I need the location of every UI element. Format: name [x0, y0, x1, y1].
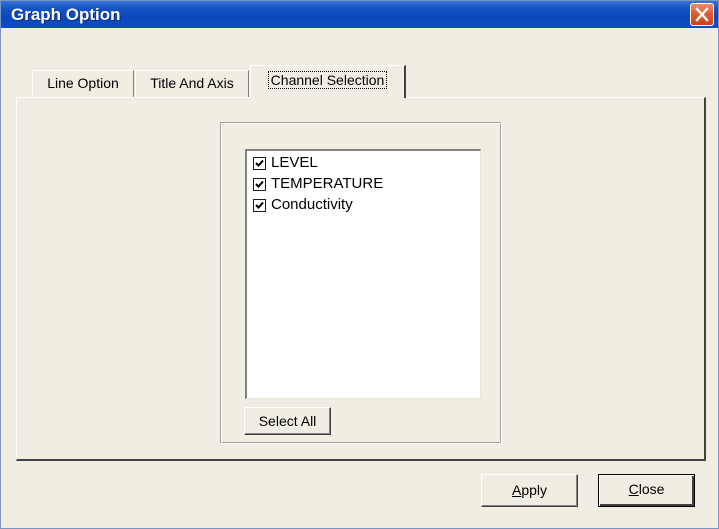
channel-label: LEVEL	[271, 154, 318, 171]
channel-label: TEMPERATURE	[271, 175, 384, 192]
close-label: lose	[638, 481, 665, 497]
tab-channel-selection[interactable]: Channel Selection	[250, 65, 406, 98]
tab-line-option[interactable]: Line Option	[32, 70, 134, 97]
apply-mnemonic: A	[511, 482, 522, 498]
checkmark-icon	[255, 159, 264, 167]
tab-channel-selection-label: Channel Selection	[267, 71, 388, 89]
close-mnemonic: C	[628, 481, 639, 497]
close-button[interactable]: Close	[598, 474, 695, 507]
active-tab-joint	[252, 96, 402, 99]
select-all-label: Select All	[258, 413, 317, 429]
tab-line-option-label: Line Option	[47, 75, 119, 91]
tab-title-and-axis[interactable]: Title And Axis	[135, 70, 249, 97]
channel-label: Conductivity	[271, 196, 353, 213]
title-bar[interactable]: Graph Option	[1, 1, 718, 28]
tab-title-and-axis-label: Title And Axis	[150, 75, 234, 91]
conductivity-checkbox[interactable]	[253, 199, 266, 212]
close-icon	[695, 7, 709, 22]
level-checkbox[interactable]	[253, 157, 266, 170]
window-title: Graph Option	[11, 5, 121, 24]
graph-option-dialog: Graph Option Line Option Title And Axis …	[0, 0, 719, 529]
apply-button[interactable]: Apply	[481, 474, 578, 507]
channel-checklist[interactable]: LEVEL TEMPERATURE Conductivity	[245, 149, 481, 399]
select-all-button[interactable]: Select All	[244, 407, 331, 435]
window-close-button[interactable]	[690, 3, 714, 26]
temperature-checkbox[interactable]	[253, 178, 266, 191]
apply-label: pply	[521, 482, 548, 498]
checkmark-icon	[255, 180, 264, 188]
checkmark-icon	[255, 201, 264, 209]
